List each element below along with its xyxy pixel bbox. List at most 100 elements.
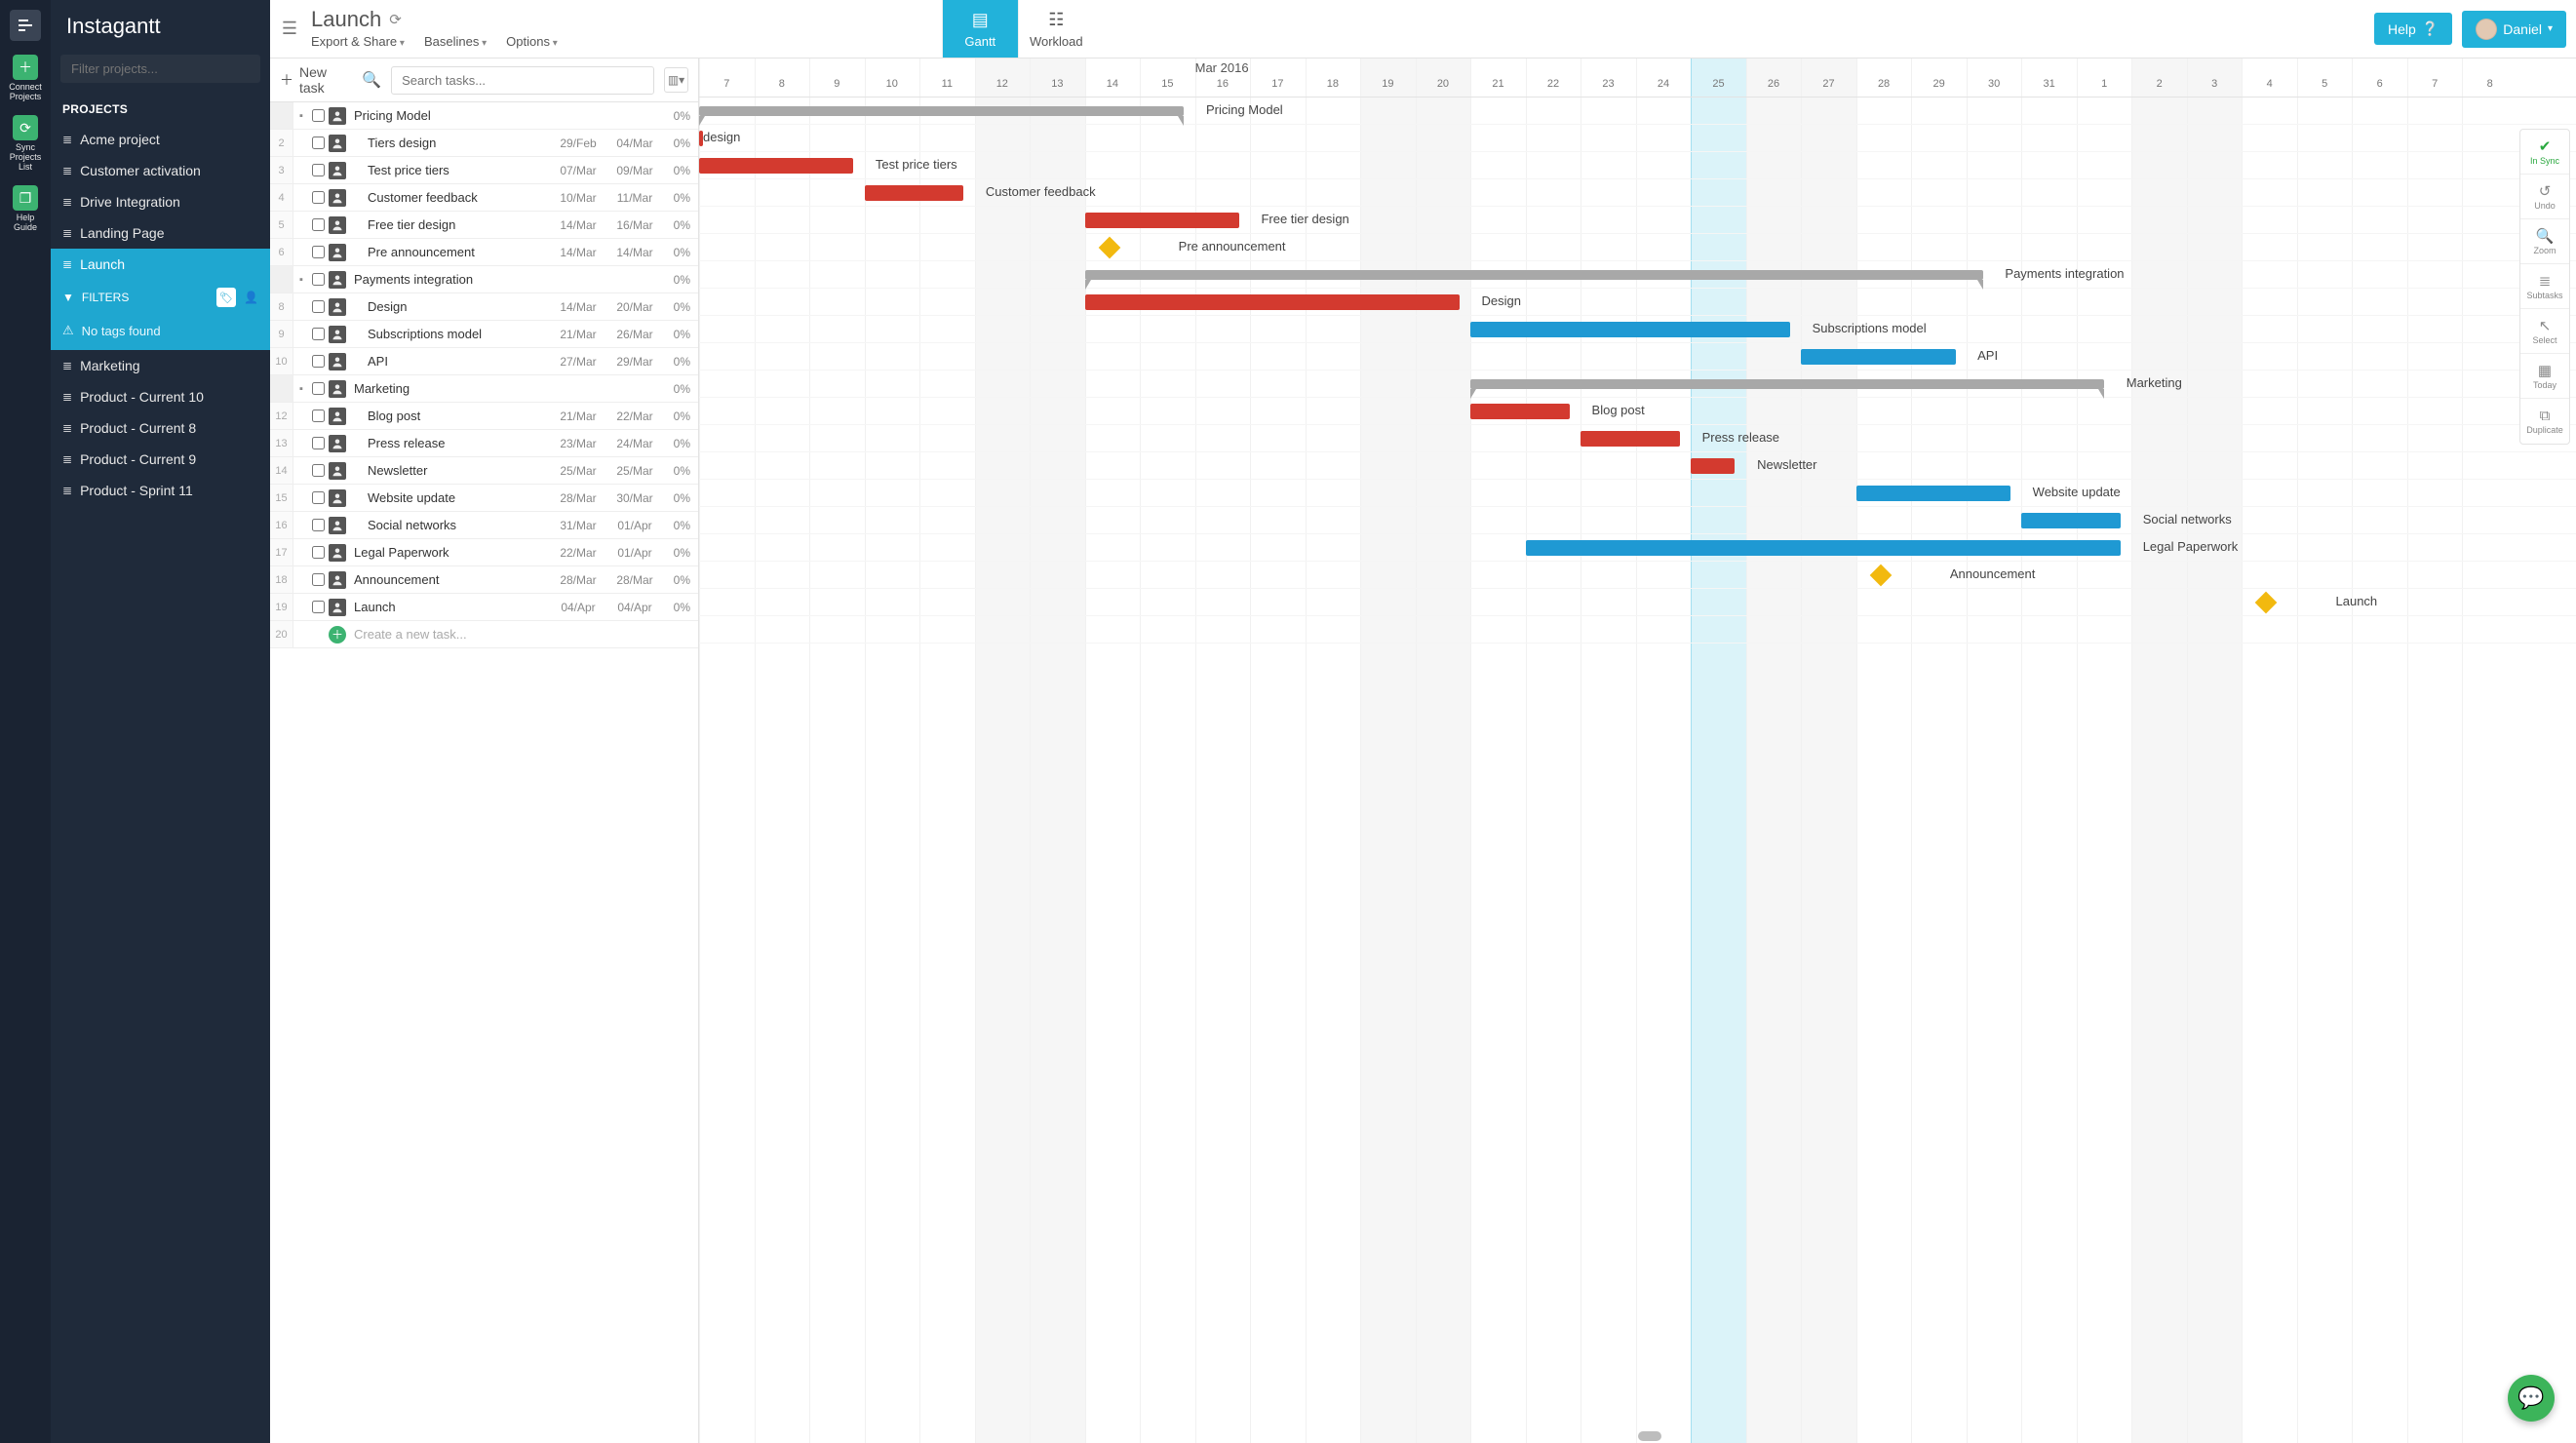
sidebar-project-item[interactable]: ≣Landing Page [51,217,270,249]
task-checkbox[interactable] [309,546,327,559]
task-row[interactable]: 4Customer feedback10/Mar11/Mar0% [270,184,698,212]
gantt-row[interactable]: Pricing Model [699,98,2576,125]
task-name[interactable]: Payments integration [352,272,550,287]
task-checkbox[interactable] [309,164,327,176]
task-progress[interactable]: 0% [663,218,698,232]
task-bar[interactable] [2021,513,2121,528]
hamburger-icon[interactable]: ☰ [270,0,309,58]
task-progress[interactable]: 0% [663,601,698,614]
task-checkbox[interactable] [309,136,327,149]
gantt-row[interactable]: Customer feedback [699,179,2576,207]
tag-icon[interactable]: 🏷 [216,288,236,307]
task-checkbox[interactable] [309,191,327,204]
end-date[interactable]: 20/Mar [606,300,663,314]
expand-toggle[interactable]: ▪ [293,274,309,286]
start-date[interactable]: 25/Mar [550,464,606,478]
expand-toggle[interactable]: ▪ [293,383,309,395]
zoom-button[interactable]: 🔍Zoom [2520,219,2569,264]
task-group-row[interactable]: ▪Marketing0% [270,375,698,403]
end-date[interactable]: 24/Mar [606,437,663,450]
end-date[interactable]: 25/Mar [606,464,663,478]
assignee-avatar[interactable] [329,216,346,234]
tab-gantt[interactable]: ▤ Gantt [942,0,1018,58]
task-row[interactable]: 18Announcement28/Mar28/Mar0% [270,566,698,594]
task-row[interactable]: 8Design14/Mar20/Mar0% [270,293,698,321]
start-date[interactable]: 14/Mar [550,300,606,314]
task-group-row[interactable]: ▪Payments integration0% [270,266,698,293]
assignee-avatar[interactable] [329,271,346,289]
task-checkbox[interactable] [309,464,327,477]
gantt-row[interactable]: Free tier design [699,207,2576,234]
assignee-avatar[interactable] [329,462,346,480]
task-name[interactable]: Legal Paperwork [352,545,550,560]
task-checkbox[interactable] [309,328,327,340]
baselines-menu[interactable]: Baselines [424,34,487,49]
assignee-avatar[interactable] [329,571,346,589]
refresh-icon[interactable]: ⟳ [389,11,402,28]
sidebar-project-item[interactable]: ≣Product - Current 10 [51,381,270,412]
task-checkbox[interactable] [309,246,327,258]
end-date[interactable]: 09/Mar [606,164,663,177]
gantt-row[interactable]: Blog post [699,398,2576,425]
sidebar-project-item[interactable]: ≣Acme project [51,124,270,155]
gantt-row[interactable]: Test price tiers [699,152,2576,179]
gantt-row[interactable]: Social networks [699,507,2576,534]
task-checkbox[interactable] [309,218,327,231]
group-bar[interactable] [1470,379,2104,389]
end-date[interactable]: 30/Mar [606,491,663,505]
group-bar[interactable] [699,106,1184,116]
start-date[interactable]: 14/Mar [550,218,606,232]
task-progress[interactable]: 0% [663,546,698,560]
task-row[interactable]: 19Launch04/Apr04/Apr0% [270,594,698,621]
start-date[interactable]: 21/Mar [550,328,606,341]
gantt-row[interactable]: Pre announcement [699,234,2576,261]
task-checkbox[interactable] [309,273,327,286]
end-date[interactable]: 11/Mar [606,191,663,205]
undo-button[interactable]: ↺Undo [2520,175,2569,219]
today-button[interactable]: ▦Today [2520,354,2569,399]
gantt-row[interactable]: Marketing [699,370,2576,398]
task-checkbox[interactable] [309,355,327,368]
task-name[interactable]: Marketing [352,381,550,396]
filter-projects-input[interactable] [60,55,260,83]
task-bar[interactable] [865,185,964,201]
gantt-row[interactable]: API [699,343,2576,370]
help-guide-button[interactable]: ❐ Help Guide [4,185,47,232]
task-name[interactable]: API [352,354,550,369]
sidebar-project-item[interactable]: ≣Product - Current 8 [51,412,270,444]
task-progress[interactable]: 0% [663,246,698,259]
gantt-row[interactable]: Website update [699,480,2576,507]
end-date[interactable]: 04/Apr [606,601,663,614]
task-row[interactable]: 12Blog post21/Mar22/Mar0% [270,403,698,430]
task-row[interactable]: 13Press release23/Mar24/Mar0% [270,430,698,457]
assignee-avatar[interactable] [329,189,346,207]
subtasks-button[interactable]: ≣Subtasks [2520,264,2569,309]
start-date[interactable]: 28/Mar [550,491,606,505]
task-row[interactable]: 17Legal Paperwork22/Mar01/Apr0% [270,539,698,566]
assignee-avatar[interactable] [329,599,346,616]
task-bar[interactable] [699,158,853,174]
task-progress[interactable]: 0% [663,300,698,314]
start-date[interactable]: 31/Mar [550,519,606,532]
start-date[interactable]: 21/Mar [550,410,606,423]
task-bar[interactable] [1085,294,1460,310]
help-button[interactable]: Help ❔ [2374,13,2452,45]
gantt-row[interactable]: Press release [699,425,2576,452]
task-checkbox[interactable] [309,109,327,122]
task-checkbox[interactable] [309,573,327,586]
assignee-avatar[interactable] [329,517,346,534]
task-name[interactable]: Tiers design [352,136,550,150]
task-name[interactable]: Design [352,299,550,314]
task-checkbox[interactable] [309,410,327,422]
task-progress[interactable]: 0% [663,109,698,123]
task-bar[interactable] [1856,486,2010,501]
expand-toggle[interactable]: ▪ [293,110,309,122]
task-name[interactable]: Website update [352,490,550,505]
gantt-row[interactable]: Newsletter [699,452,2576,480]
task-row[interactable]: 2Tiers design29/Feb04/Mar0% [270,130,698,157]
search-tasks-input[interactable] [391,66,654,95]
assignee-avatar[interactable] [329,544,346,562]
sync-projects-button[interactable]: ⟳ Sync Projects List [4,115,47,172]
sidebar-project-item[interactable]: ≣Marketing [51,350,270,381]
task-checkbox[interactable] [309,491,327,504]
